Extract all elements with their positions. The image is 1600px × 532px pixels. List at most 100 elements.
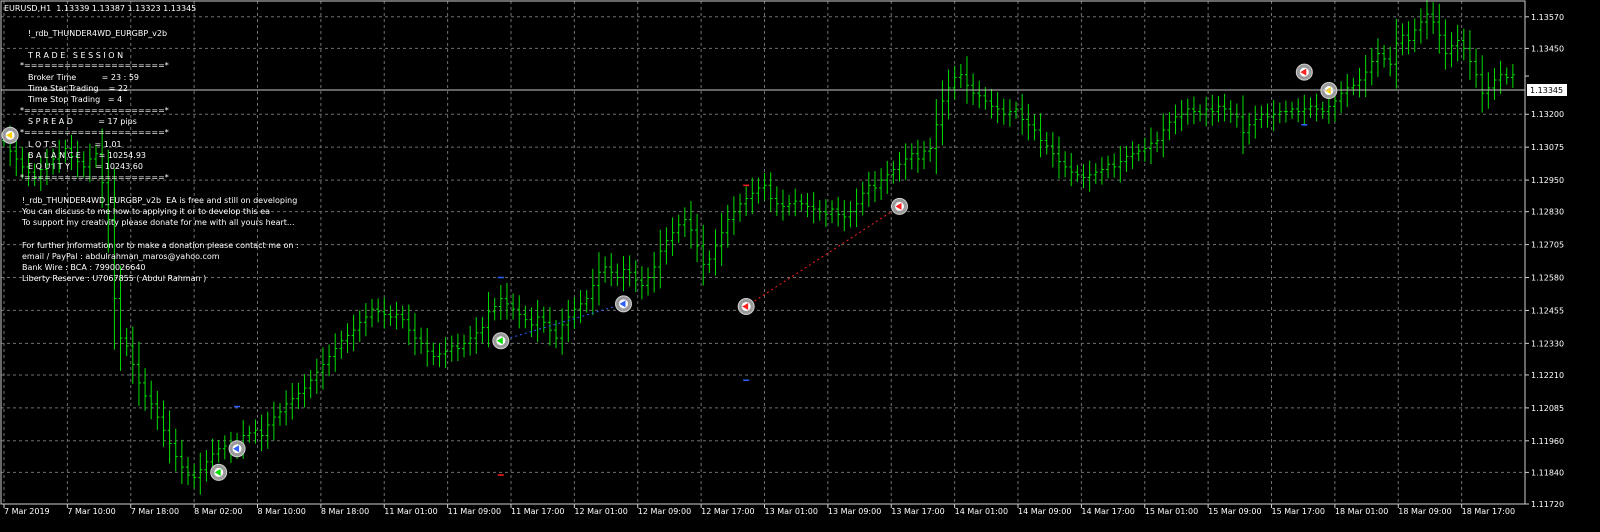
y-tick-label: 1.12580 — [1531, 274, 1564, 283]
ohlc-bar — [695, 213, 700, 263]
ea-name: !_rdb_THUNDER4WD_EURGBP_v2b — [28, 29, 168, 38]
current-price-text: 1.13345 — [1530, 86, 1563, 95]
ohlc-bar — [897, 152, 902, 182]
ohlc-bar — [1173, 104, 1178, 135]
y-tick-label: 1.12085 — [1531, 404, 1564, 413]
ohlc-bar — [333, 333, 338, 372]
x-tick-label: 12 Mar 01:00 — [574, 507, 627, 516]
ohlc-bar — [995, 92, 1000, 124]
ohlc-bar — [462, 334, 467, 358]
x-tick-label: 8 Mar 10:00 — [258, 507, 306, 516]
ohlc-bar — [1296, 98, 1301, 123]
ohlc-bar — [1112, 153, 1117, 178]
ohlc-bar — [977, 80, 982, 109]
ohlc-bar — [339, 330, 344, 359]
ohlc-bar — [1032, 114, 1037, 141]
ohlc-bar — [1124, 145, 1129, 173]
trade-arrow-icon[interactable] — [1320, 82, 1338, 100]
x-tick-label: 14 Mar 09:00 — [1018, 507, 1071, 516]
ohlc-bar — [1240, 95, 1245, 155]
y-tick-label: 1.13570 — [1531, 13, 1564, 22]
x-tick-label: 18 Mar 17:00 — [1462, 507, 1515, 516]
ohlc-bar — [314, 358, 319, 394]
ohlc-bar — [1234, 103, 1239, 128]
ohlc-bar — [1357, 67, 1362, 98]
ohlc-bar — [186, 456, 191, 486]
ohlc-bar — [817, 200, 822, 221]
trade-arrow-icon[interactable] — [1, 126, 19, 144]
ohlc-bar — [1087, 160, 1092, 192]
ohlc-bar — [964, 56, 969, 104]
ohlc-bar — [345, 323, 350, 353]
current-price-label: 1.13345 — [1527, 84, 1567, 96]
ohlc-bar — [173, 428, 178, 472]
price-chart[interactable]: 1.13570 1.13450 1.13200 1.13075 1.12950 1.128… — [0, 0, 1600, 532]
ohlc-bar — [1308, 97, 1313, 118]
ohlc-bar — [750, 177, 755, 215]
spread: S P R E A D = 17 pips — [28, 117, 137, 126]
ohlc-bar — [1038, 113, 1043, 158]
ohlc-bar — [1001, 98, 1006, 125]
ohlc-bar — [136, 341, 141, 406]
ohlc-bar — [983, 87, 988, 110]
ohlc-bar — [320, 347, 325, 390]
ohlc-bar — [1412, 18, 1417, 53]
trade-arrow-icon[interactable] — [1295, 63, 1313, 81]
ohlc-bar — [922, 140, 927, 170]
y-tick-label: 1.13075 — [1531, 143, 1564, 152]
ohlc-bar — [278, 403, 283, 426]
ohlc-bar — [842, 200, 847, 232]
y-tick-label: 1.12830 — [1531, 208, 1564, 217]
x-tick-label: 13 Mar 17:00 — [891, 507, 944, 516]
ohlc-bar — [1247, 112, 1252, 145]
ohlc-bar — [615, 263, 620, 287]
ohlc-bar — [1118, 146, 1123, 183]
y-tick-label: 1.11720 — [1531, 500, 1564, 509]
ohlc-bar — [805, 193, 810, 218]
ohlc-bar — [192, 464, 197, 489]
ohlc-bar — [357, 310, 362, 343]
ohlc-bar — [198, 452, 203, 495]
ohlc-bar — [1185, 98, 1190, 125]
ohlc-bar — [1198, 104, 1203, 122]
ohlc-bar — [1467, 30, 1472, 80]
ohlc-bar — [1449, 32, 1454, 68]
info-line: For further information or to make a don… — [22, 241, 299, 250]
trade-arrow-icon[interactable] — [210, 463, 228, 481]
y-tick-label: 1.12455 — [1531, 306, 1564, 315]
x-tick-label: 13 Mar 09:00 — [828, 507, 881, 516]
ohlc-bar — [1290, 101, 1295, 119]
separator: *=====================* — [20, 61, 169, 70]
ohlc-bar — [1486, 72, 1491, 109]
ohlc-bar — [1394, 18, 1399, 89]
ohlc-bar — [449, 335, 454, 362]
ohlc-bar — [787, 194, 792, 216]
ohlc-bar — [443, 337, 448, 369]
ohlc-bar — [253, 419, 258, 444]
separator: *=====================* — [20, 128, 169, 137]
trade-arrow-icon[interactable] — [737, 297, 755, 315]
ohlc-bar — [572, 297, 577, 329]
chart-frame — [0, 0, 1526, 505]
trade-arrow-icon[interactable] — [228, 440, 246, 458]
x-tick-label: 15 Mar 09:00 — [1208, 507, 1261, 516]
trade-arrow-icon[interactable] — [614, 295, 632, 313]
time-axis: 7 Mar 2019 7 Mar 10:00 7 Mar 18:00 8 Mar 02… — [3, 504, 1515, 516]
ohlc-bar — [1510, 64, 1515, 89]
info-line: !_rdb_THUNDER4WD_EURGBP_v2b EA is free a… — [22, 196, 298, 205]
ohlc-bar — [1375, 38, 1380, 77]
ohlc-bar — [1339, 81, 1344, 113]
ohlc-bar — [419, 327, 424, 354]
ohlc-bar — [1400, 23, 1405, 56]
ohlc-bar — [486, 292, 491, 348]
x-tick-label: 13 Mar 01:00 — [765, 507, 818, 516]
ohlc-bar — [1148, 127, 1153, 165]
trade-arrow-icon[interactable] — [891, 197, 909, 215]
ohlc-bar — [688, 201, 693, 249]
trade-arrow-icon[interactable] — [492, 332, 510, 350]
ohlc-bar — [327, 344, 332, 377]
ohlc-bar — [676, 214, 681, 243]
ohlc-bar — [1504, 67, 1509, 85]
ohlc-bar — [731, 196, 736, 235]
ohlc-bar — [915, 139, 920, 173]
